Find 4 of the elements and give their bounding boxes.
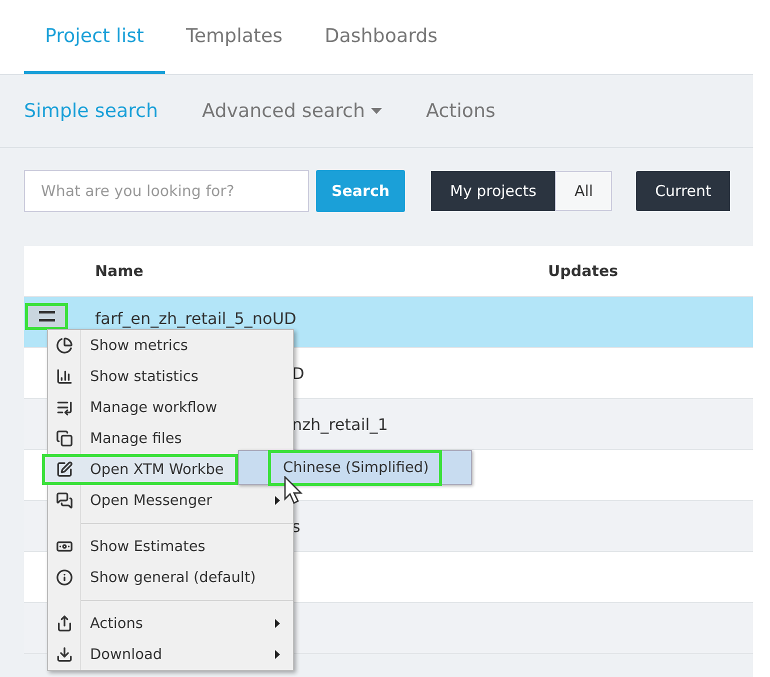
column-header: Name — [95, 262, 144, 280]
project-name: farf_en_zh_retail_5_noUD — [95, 308, 296, 328]
project-name: nzh_retail_1 — [292, 414, 388, 434]
column-header: Updates — [548, 262, 620, 280]
